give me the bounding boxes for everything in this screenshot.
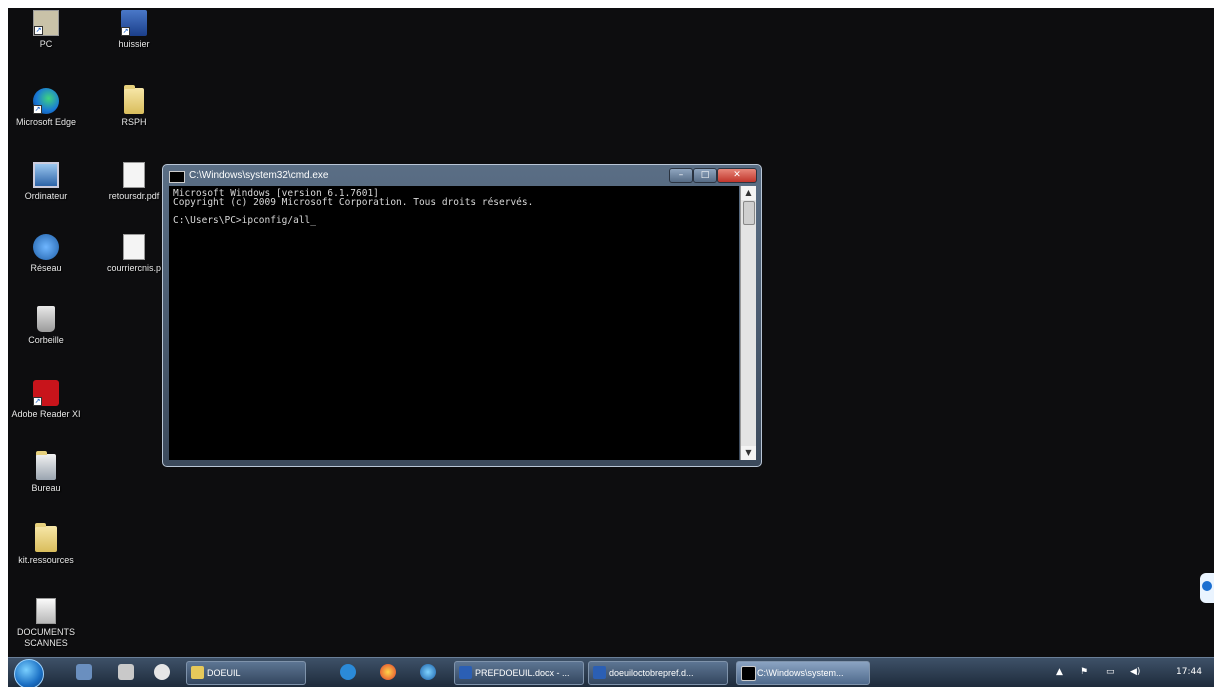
document-icon <box>123 234 145 260</box>
desktop: ↗ PC ↗ Microsoft Edge Ordinateur Réseau … <box>8 8 1214 687</box>
edge-icon: ↗ <box>33 88 59 114</box>
word-icon <box>593 666 606 679</box>
desktop-icon-documents-scannes[interactable]: DOCUMENTS SCANNES <box>8 598 88 649</box>
side-gadget-tab[interactable] <box>1200 573 1214 603</box>
desktop-icon-bureau[interactable]: Bureau <box>8 451 88 494</box>
taskbar-button-doeuil[interactable]: DOEUIL <box>186 661 306 685</box>
explorer-icon[interactable] <box>118 664 134 680</box>
flag-icon[interactable]: ⚑ <box>1080 667 1088 677</box>
taskbar-button-cmd[interactable]: C:\Windows\system... <box>736 661 870 685</box>
folder-icon <box>35 523 57 552</box>
cmd-scrollbar[interactable]: ▲ ▼ <box>740 186 756 460</box>
close-button[interactable]: ✕ <box>717 168 757 183</box>
adobe-reader-icon: ↗ <box>33 380 59 406</box>
desktop-icon-microsoft-edge[interactable]: ↗ Microsoft Edge <box>8 88 88 128</box>
console-prompt: C:\Users\PC>ipconfig/all_ <box>173 215 316 226</box>
desktop-icon-adobe-reader[interactable]: ↗ Adobe Reader XI <box>8 380 88 420</box>
word-icon <box>459 666 472 679</box>
computer-icon <box>33 162 59 188</box>
start-button[interactable] <box>14 659 44 687</box>
volume-icon[interactable]: ◀) <box>1130 667 1140 677</box>
cmd-icon <box>741 666 756 681</box>
folder-icon <box>191 666 204 679</box>
shortcut-icon: ↗ <box>121 10 147 36</box>
scroll-thumb[interactable] <box>743 201 755 225</box>
desktop-icon-ordinateur[interactable]: Ordinateur <box>8 162 88 202</box>
folder-icon <box>124 85 144 114</box>
cmd-icon <box>169 171 185 183</box>
desktop-icon-kit-ressources[interactable]: kit.ressources <box>8 523 88 566</box>
computer-shortcut-icon: ↗ <box>33 10 59 36</box>
console-line-copyright: Copyright (c) 2009 Microsoft Corporation… <box>173 197 534 208</box>
media-icon[interactable] <box>154 664 170 680</box>
system-tray: ▲ ⚑ ▭ ◀) 17:44 <box>1044 658 1214 687</box>
minimize-button[interactable]: – <box>669 168 693 183</box>
edge-icon[interactable] <box>420 664 436 680</box>
desktop-icon-pc[interactable]: ↗ PC <box>8 10 88 50</box>
show-hidden-icons-icon[interactable]: ▲ <box>1056 667 1063 677</box>
folder-icon <box>36 451 56 480</box>
taskbar: DOEUIL PREFDOEUIL.docx - ... doeuiloctob… <box>8 657 1214 687</box>
show-desktop-icon[interactable] <box>76 664 92 680</box>
scroll-down-arrow-icon[interactable]: ▼ <box>741 446 756 460</box>
desktop-icon-rsph[interactable]: RSPH <box>92 85 176 128</box>
taskbar-button-prefdoeuil[interactable]: PREFDOEUIL.docx - ... <box>454 661 584 685</box>
maximize-button[interactable]: □ <box>693 168 717 183</box>
cmd-title-bar[interactable]: C:\Windows\system32\cmd.exe – □ ✕ <box>167 167 757 185</box>
taskbar-button-doeuiloctobrepref[interactable]: doeuiloctobrepref.d... <box>588 661 728 685</box>
ie-icon[interactable] <box>340 664 356 680</box>
network-icon <box>33 234 59 260</box>
cmd-title: C:\Windows\system32\cmd.exe <box>189 170 329 181</box>
chrome-icon[interactable] <box>380 664 396 680</box>
scroll-up-arrow-icon[interactable]: ▲ <box>741 186 756 200</box>
desktop-icon-corbeille[interactable]: Corbeille <box>8 306 88 346</box>
cmd-window[interactable]: C:\Windows\system32\cmd.exe – □ ✕ Micros… <box>162 164 762 467</box>
desktop-icon-reseau[interactable]: Réseau <box>8 234 88 274</box>
recycle-bin-icon <box>37 306 55 332</box>
clock[interactable]: 17:44 <box>1176 667 1202 677</box>
desktop-icon-huissier[interactable]: ↗ huissier <box>92 10 176 50</box>
document-icon <box>123 162 145 188</box>
network-tray-icon[interactable]: ▭ <box>1106 667 1115 677</box>
scanned-docs-icon <box>36 598 56 624</box>
teamviewer-icon <box>1202 581 1212 591</box>
cmd-console[interactable]: Microsoft Windows [version 6.1.7601] Copy… <box>169 186 739 460</box>
